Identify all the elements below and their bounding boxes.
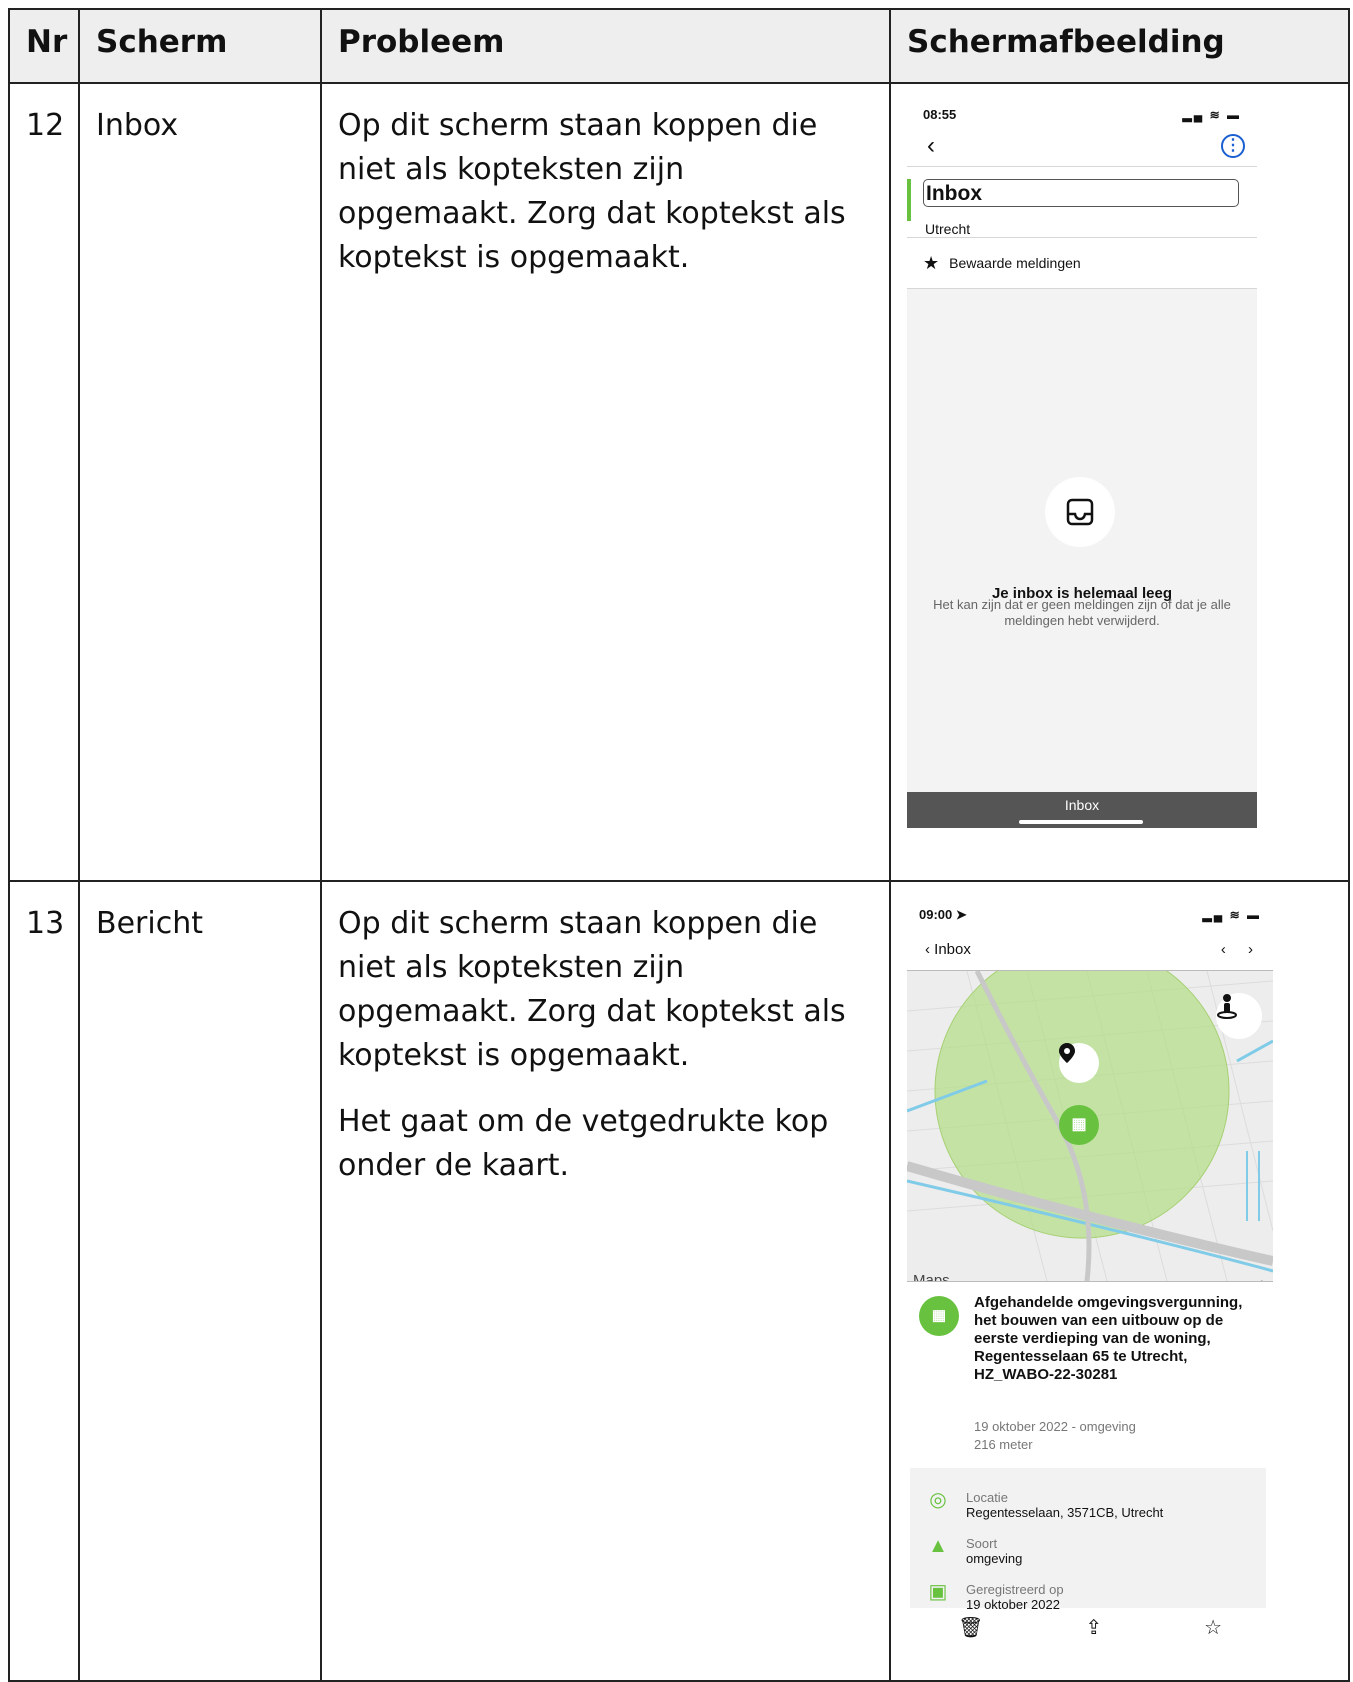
inbox-header: Inbox Utrecht	[907, 177, 1257, 238]
problem-paragraph: Op dit scherm staan koppen die niet als …	[338, 906, 846, 1073]
table-row: 12 Inbox Op dit scherm staan koppen die …	[8, 82, 1350, 882]
accent-bar	[907, 179, 911, 221]
column-header-screen: Scherm	[78, 8, 322, 84]
detail-label: Soort	[966, 1536, 998, 1551]
map-view[interactable]: ▦ Maps Legal	[907, 971, 1273, 1282]
column-header-problem: Probleem	[320, 8, 891, 84]
building-icon: ▦	[919, 1296, 959, 1336]
share-icon[interactable]: ⇪	[1085, 1606, 1102, 1650]
message-meta: 19 oktober 2022 - omgeving 216 meter	[974, 1418, 1136, 1454]
tab-inbox[interactable]: Inbox	[907, 792, 1257, 828]
empty-state: Je inbox is helemaal leeg Het kan zijn d…	[907, 289, 1257, 792]
row-number: 12	[8, 82, 80, 882]
location-target-icon: ◎	[929, 1489, 947, 1511]
empty-text: Het kan zijn dat er geen meldingen zijn …	[933, 597, 1231, 628]
shapes-icon: ▲	[928, 1535, 948, 1557]
detail-location: Locatie Regentesselaan, 3571CB, Utrecht	[966, 1490, 1163, 1520]
screenshot-inbox: 08:55 ▂▄ ≋ ▬ ‹ ⋮ Inbox Utrecht ★ Bewaard…	[889, 82, 1350, 882]
column-header-nr: Nr	[8, 8, 80, 84]
problem-paragraph: Het gaat om de vetgedrukte kop onder de …	[338, 1104, 829, 1183]
next-icon[interactable]: ›	[1248, 941, 1253, 958]
detail-registered: Geregistreerd op 19 oktober 2022	[966, 1582, 1064, 1612]
pager: ‹ ›	[1221, 928, 1253, 972]
status-bar: 08:55 ▂▄ ≋ ▬	[907, 104, 1257, 126]
message-date: 19 oktober 2022 - omgeving	[974, 1419, 1136, 1434]
phone-screen-inbox: 08:55 ▂▄ ≋ ▬ ‹ ⋮ Inbox Utrecht ★ Bewaard…	[907, 104, 1257, 828]
column-header-screenshot: Schermafbeelding	[889, 8, 1350, 84]
building-marker-icon[interactable]: ▦	[1059, 1105, 1099, 1145]
message-title: Afgehandelde omgevingsvergunning, het bo…	[974, 1294, 1243, 1383]
table-header-row: Nr Scherm Probleem Schermafbeelding	[8, 8, 1350, 84]
user-location-button[interactable]	[1216, 993, 1262, 1039]
message-toolbar: 🗑 ⇪ ☆	[907, 1608, 1273, 1648]
page-subtitle: Utrecht	[925, 221, 971, 237]
detail-value: omgeving	[966, 1551, 1023, 1566]
star-outline-icon[interactable]: ☆	[1204, 1606, 1222, 1650]
message-details: ◎ Locatie Regentesselaan, 3571CB, Utrech…	[910, 1468, 1266, 1612]
map-pin-icon[interactable]	[1059, 1043, 1099, 1083]
problem-paragraph: Op dit scherm staan koppen die niet als …	[338, 108, 846, 275]
detail-type: Soort omgeving	[966, 1536, 1022, 1566]
screenshot-message: 09:00 ➤ ▂▄ ≋ ▬ ‹ Inbox ‹ › ▦ Maps ▦ Afge…	[889, 880, 1350, 1682]
detail-label: Locatie	[966, 1490, 1008, 1505]
tab-label: Inbox	[1064, 797, 1100, 813]
legal-link[interactable]: Legal	[1239, 1264, 1263, 1281]
accessibility-issues-table: Nr Scherm Probleem Schermafbeelding 12 I…	[8, 8, 1350, 1682]
detail-label: Geregistreerd op	[966, 1582, 1064, 1597]
row-screen: Bericht	[78, 880, 322, 1682]
row-screen: Inbox	[78, 82, 322, 882]
inbox-tray-icon	[1045, 477, 1115, 547]
table-row: 13 Bericht Op dit scherm staan koppen di…	[8, 880, 1350, 1682]
home-indicator	[1019, 820, 1143, 824]
status-bar: 09:00 ➤ ▂▄ ≋ ▬	[907, 904, 1273, 926]
message-distance: 216 meter	[974, 1437, 1033, 1452]
more-options-icon[interactable]: ⋮	[1221, 134, 1245, 158]
back-icon[interactable]: ‹	[927, 124, 935, 168]
back-to-inbox-link[interactable]: ‹ Inbox	[925, 928, 971, 972]
page-title: Inbox	[923, 179, 1239, 207]
calendar-icon: ▣	[928, 1581, 948, 1603]
detail-value: Regentesselaan, 3571CB, Utrecht	[966, 1505, 1164, 1520]
phone-screen-message: 09:00 ➤ ▂▄ ≋ ▬ ‹ Inbox ‹ › ▦ Maps ▦ Afge…	[907, 904, 1273, 1648]
detail-value: 19 oktober 2022	[966, 1597, 1060, 1612]
row-number: 13	[8, 880, 80, 1682]
apple-maps-logo: Maps	[913, 1272, 950, 1282]
trash-icon[interactable]: 🗑	[958, 1606, 983, 1650]
message-summary: ▦ Afgehandelde omgevingsvergunning, het …	[907, 1282, 1273, 1468]
row-problem: Op dit scherm staan koppen die niet als …	[320, 82, 891, 882]
previous-icon[interactable]: ‹	[1221, 941, 1226, 958]
row-problem: Op dit scherm staan koppen die niet als …	[320, 880, 891, 1682]
